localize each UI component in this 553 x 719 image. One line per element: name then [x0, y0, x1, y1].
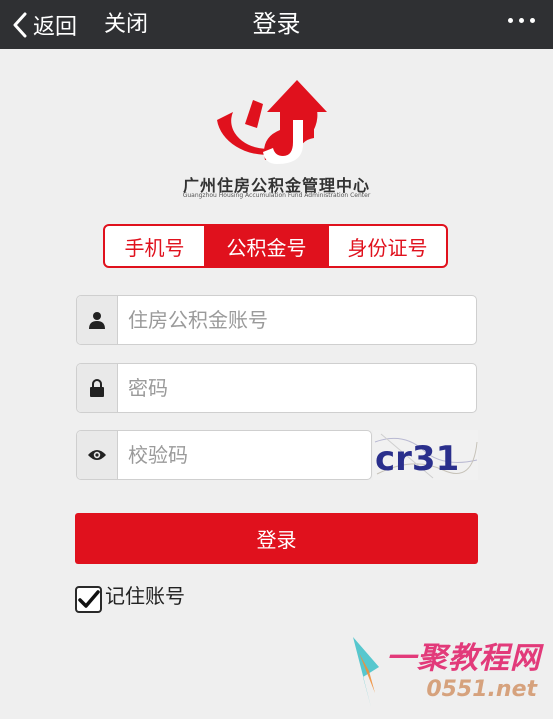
tab-fund-number[interactable]: 公积金号: [205, 226, 328, 266]
organization-name-en: Guangzhou Housing Accumulation Fund Admi…: [182, 192, 371, 199]
password-input[interactable]: [118, 364, 476, 412]
arrow-logo-icon: [353, 637, 379, 707]
checkmark-icon: [77, 589, 100, 608]
page-title: 登录: [252, 10, 301, 38]
login-button[interactable]: 登录: [75, 513, 478, 564]
top-navigation-bar: 返回 关闭 登录: [0, 0, 553, 49]
site-watermark: 一聚教程网 0551.net: [345, 633, 545, 711]
account-field: [76, 295, 477, 345]
captcha-input[interactable]: [118, 431, 371, 479]
remember-checkbox[interactable]: [75, 586, 102, 613]
remember-account-toggle[interactable]: 记住账号: [75, 584, 185, 613]
captcha-text: cr31: [375, 439, 459, 479]
captcha-field: [76, 430, 372, 480]
eye-icon: [77, 431, 118, 479]
watermark-url: 0551.net: [426, 677, 537, 702]
account-input[interactable]: [118, 296, 476, 344]
more-horizontal-icon[interactable]: [508, 18, 535, 23]
captcha-image[interactable]: cr31: [373, 430, 478, 480]
password-field: [76, 363, 477, 413]
housing-fund-logo: [217, 80, 327, 164]
remember-account-label: 记住账号: [105, 584, 185, 608]
lock-icon: [77, 364, 118, 412]
watermark-title: 一聚教程网: [386, 641, 541, 676]
login-type-tabs: 手机号 公积金号 身份证号: [103, 224, 448, 268]
tab-id-number[interactable]: 身份证号: [328, 226, 446, 266]
user-icon: [77, 296, 118, 344]
tab-phone-number[interactable]: 手机号: [105, 226, 205, 266]
